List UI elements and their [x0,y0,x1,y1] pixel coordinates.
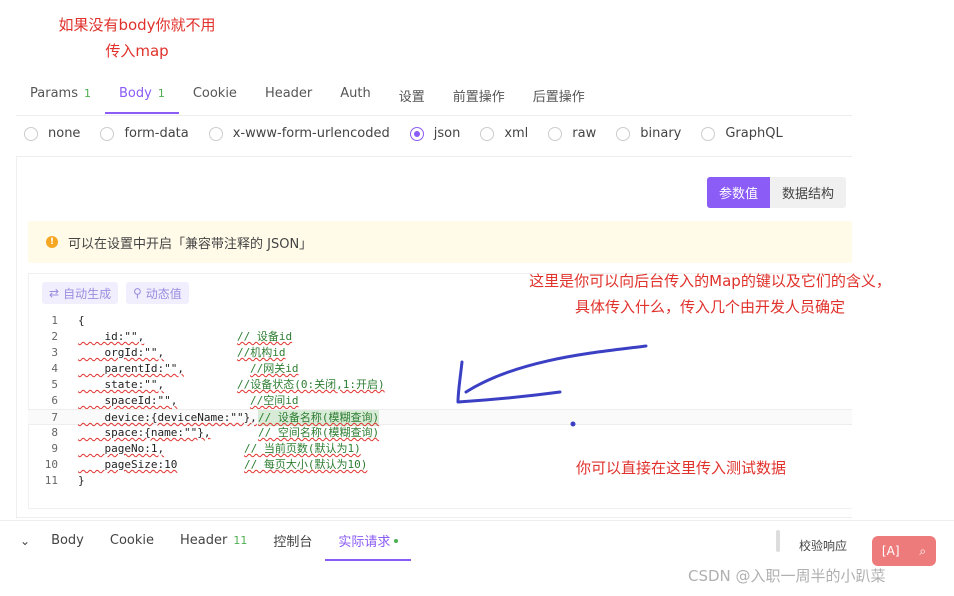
arrow-dot [570,421,576,427]
response-tab-header-label: Header [180,533,228,548]
response-tab-actual-request[interactable]: 实际请求 [325,521,412,561]
hand-drawn-arrow [456,344,648,427]
response-tab-cookie[interactable]: Cookie [97,521,167,561]
response-tab-body-label: Body [51,533,84,548]
response-tab-body[interactable]: Body [38,521,97,561]
watermark: CSDN @入职一周半的小趴菜 [688,567,886,585]
status-dot-icon [394,538,399,543]
search-icon[interactable]: ⌕ [919,544,926,559]
floating-toolbar: [A] ⌕ [872,536,936,566]
chevron-down-icon[interactable]: ⌄ [0,534,38,548]
response-tab-cookie-label: Cookie [109,533,155,548]
ai-icon[interactable]: [A] [882,544,900,558]
arrow-stroke [456,344,648,404]
response-tab-header[interactable]: Header 11 [167,521,260,561]
verify-response-button[interactable]: 校验响应 [799,537,847,554]
response-tab-header-count: 11 [233,534,248,547]
response-tab-console-label: 控制台 [273,535,313,550]
response-tab-console[interactable]: 控制台 [260,521,325,561]
scrollbar[interactable] [776,530,780,552]
response-tab-actual-request-label: 实际请求 [338,535,391,550]
